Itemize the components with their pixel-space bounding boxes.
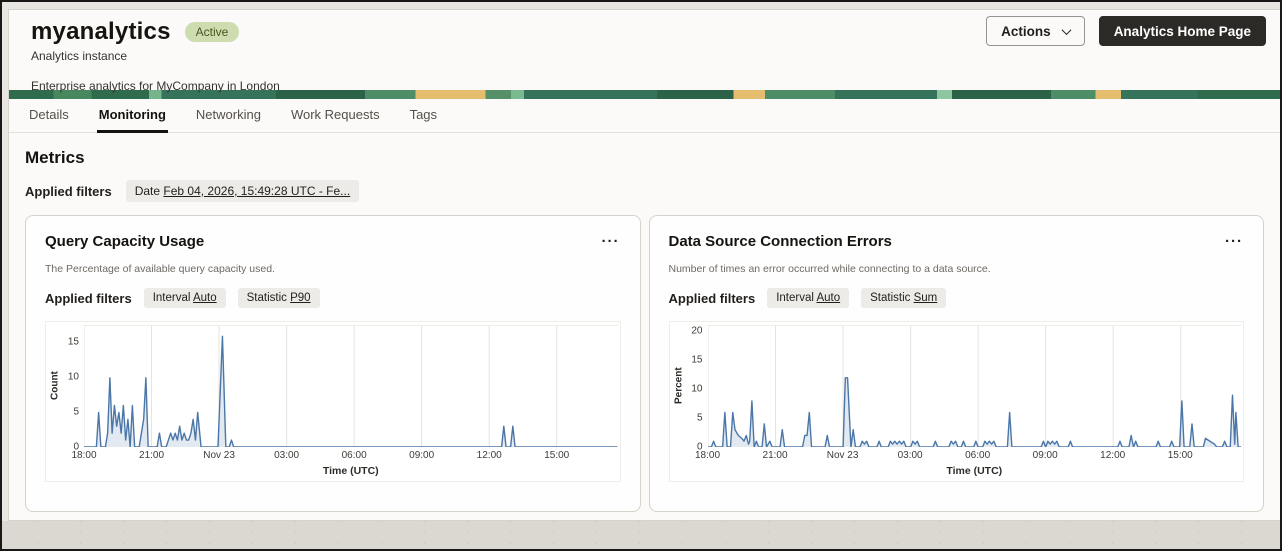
x-axis-ticks: 18:00 21:00 Nov 23 03:00 06:00 09:00 12:00 15:0…	[71, 450, 570, 461]
card-applied-filters-label: Applied filters	[45, 290, 132, 306]
statistic-filter-value[interactable]: P90	[290, 292, 310, 304]
date-filter-value[interactable]: Feb 04, 2026, 15:49:28 UTC - Fe...	[163, 184, 350, 198]
y-axis-ticks: 0 5 10 15	[67, 336, 79, 453]
actions-button[interactable]: Actions	[986, 16, 1085, 46]
y-axis-title: Percent	[673, 367, 684, 405]
statistic-filter-chip[interactable]: Statistic Sum	[861, 288, 947, 308]
tab-bar: Details Monitoring Networking Work Reque…	[9, 99, 1280, 133]
statistic-filter-value[interactable]: Sum	[914, 292, 938, 304]
connection-errors-chart: Percent 0 5 10 15 20 18:00 21:00 Nov 23 03:00 06…	[668, 321, 1244, 482]
monitoring-content: Metrics Applied filters Date Feb 04, 202…	[9, 133, 1280, 512]
ellipsis-menu-icon[interactable]: ···	[1221, 230, 1247, 253]
plot-area: 18:00 21:00 Nov 23 03:00 06:00 09:00 12:00 15:0…	[694, 325, 1241, 479]
chevron-down-icon	[1061, 24, 1072, 35]
tab-networking[interactable]: Networking	[194, 99, 263, 133]
card-title: Data Source Connection Errors	[668, 233, 892, 250]
analytics-home-page-button[interactable]: Analytics Home Page	[1098, 16, 1266, 46]
footer-band	[2, 521, 1280, 549]
status-badge: Active	[184, 22, 240, 42]
x-axis-ticks: 18:00 21:00 Nov 23 03:00 06:00 09:00 12:00 15:0…	[694, 450, 1193, 461]
tab-details[interactable]: Details	[27, 99, 71, 133]
interval-filter-label: Interval	[152, 292, 191, 304]
x-axis-title: Time (UTC)	[322, 465, 379, 477]
statistic-filter-label: Statistic	[246, 292, 287, 304]
applied-filters-label: Applied filters	[25, 183, 112, 199]
actions-button-label: Actions	[1001, 23, 1051, 39]
date-filter-label: Date	[134, 184, 161, 198]
card-description: The Percentage of available query capaci…	[45, 263, 275, 275]
interval-filter-value[interactable]: Auto	[816, 292, 840, 304]
tab-work-requests[interactable]: Work Requests	[289, 99, 382, 133]
interval-filter-label: Interval	[776, 292, 814, 304]
metrics-heading: Metrics	[25, 148, 85, 167]
tab-tags[interactable]: Tags	[408, 99, 439, 133]
y-axis-ticks: 0 5 10 15 20	[691, 325, 703, 453]
card-title: Query Capacity Usage	[45, 233, 205, 250]
home-button-label: Analytics Home Page	[1113, 23, 1251, 39]
card-description: Number of times an error occurred while …	[668, 263, 991, 275]
interval-filter-chip[interactable]: Interval Auto	[143, 288, 226, 308]
card-query-capacity-usage: Query Capacity Usage ··· The Percentage …	[25, 215, 641, 512]
metric-cards: Query Capacity Usage ··· The Percentage …	[25, 215, 1264, 512]
tab-monitoring[interactable]: Monitoring	[96, 99, 168, 133]
card-data-source-connection-errors: Data Source Connection Errors ··· Number…	[648, 215, 1264, 512]
plot-area: 18:00 21:00 Nov 23 03:00 06:00 09:00 12:00 15:0…	[71, 325, 618, 479]
card-filters-row: Applied filters Interval Auto Statistic …	[669, 288, 1245, 308]
card-applied-filters-label: Applied filters	[668, 290, 756, 306]
interval-filter-value[interactable]: Auto	[193, 292, 217, 304]
ellipsis-menu-icon[interactable]: ···	[598, 230, 624, 253]
query-capacity-chart: Count 0 5 10 15 18:00 21:00 Nov 23 03:00 06:00 0…	[45, 321, 621, 482]
page-filters-row: Applied filters Date Feb 04, 2026, 15:49…	[25, 180, 1264, 202]
y-axis-title: Count	[49, 371, 61, 401]
card-filters-row: Applied filters Interval Auto Statistic …	[45, 288, 621, 308]
instance-header: myanalytics Active Analytics instance En…	[9, 10, 1280, 93]
main-panel: myanalytics Active Analytics instance En…	[8, 9, 1280, 521]
statistic-filter-label: Statistic	[870, 292, 911, 304]
date-filter-chip[interactable]: Date Feb 04, 2026, 15:49:28 UTC - Fe...	[125, 180, 360, 202]
instance-description: Enterprise analytics for MyCompany in Lo…	[31, 79, 280, 93]
interval-filter-chip[interactable]: Interval Auto	[767, 288, 850, 308]
page-title: myanalytics	[31, 18, 171, 45]
line-chart-plot	[84, 325, 618, 447]
app-window: myanalytics Active Analytics instance En…	[0, 0, 1282, 551]
line-chart-plot	[707, 325, 1241, 447]
header-buttons: Actions Analytics Home Page	[986, 16, 1266, 46]
instance-type-label: Analytics instance	[31, 49, 128, 63]
x-axis-title: Time (UTC)	[946, 465, 1003, 477]
statistic-filter-chip[interactable]: Statistic P90	[237, 288, 320, 308]
